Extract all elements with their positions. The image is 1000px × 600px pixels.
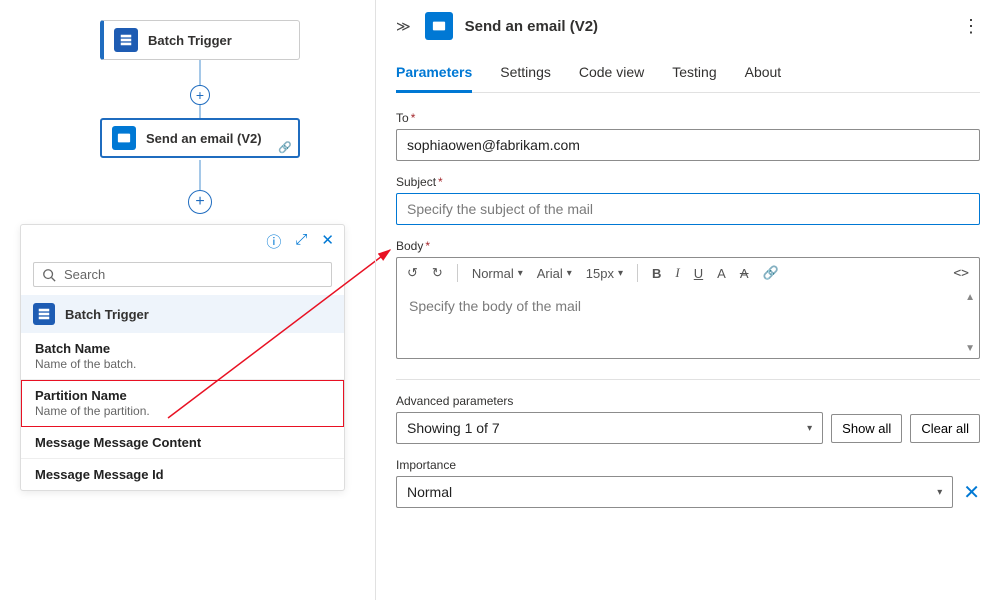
show-all-button[interactable]: Show all xyxy=(831,414,902,443)
tab-code-view[interactable]: Code view xyxy=(579,58,644,92)
tab-about[interactable]: About xyxy=(745,58,782,92)
body-textarea[interactable]: Specify the body of the mail ▲ ▼ xyxy=(397,288,979,358)
advanced-label: Advanced parameters xyxy=(396,394,980,408)
search-input[interactable]: Search xyxy=(33,262,332,287)
tab-parameters[interactable]: Parameters xyxy=(396,58,472,93)
batch-icon xyxy=(33,303,55,325)
tab-settings[interactable]: Settings xyxy=(500,58,551,92)
node-send-email[interactable]: Send an email (V2) 🔗 xyxy=(100,118,300,158)
search-icon xyxy=(42,268,56,282)
chevron-down-icon: ▾ xyxy=(937,487,942,498)
size-select[interactable]: 15px ▾ xyxy=(586,266,623,281)
expand-icon[interactable]: ⤢ xyxy=(295,231,307,252)
close-icon[interactable]: ✕ xyxy=(321,231,334,252)
batch-icon xyxy=(114,28,138,52)
connector-line xyxy=(199,160,201,190)
search-placeholder: Search xyxy=(64,267,105,282)
add-step-button[interactable]: + xyxy=(190,85,210,105)
advanced-params-select[interactable]: Showing 1 of 7 ▾ xyxy=(396,412,823,444)
font-color-button[interactable]: A xyxy=(717,266,726,281)
collapse-panel-icon[interactable]: ≫ xyxy=(396,18,411,35)
panel-title: Send an email (V2) xyxy=(465,18,962,35)
token-message-id[interactable]: Message Message Id xyxy=(21,459,344,490)
italic-button[interactable]: I xyxy=(675,265,679,281)
outlook-icon xyxy=(112,126,136,150)
token-desc: Name of the partition. xyxy=(35,404,330,418)
body-placeholder: Specify the body of the mail xyxy=(409,298,581,314)
highlight-button[interactable]: A xyxy=(740,266,749,281)
token-partition-name[interactable]: Partition Name Name of the partition. xyxy=(21,380,344,427)
importance-select[interactable]: Normal ▾ xyxy=(396,476,953,508)
scroll-up-icon[interactable]: ▲ xyxy=(965,292,975,303)
body-editor[interactable]: ↺ ↻ Normal ▾ Arial ▾ 15px ▾ B I U A A 🔗 … xyxy=(396,257,980,359)
token-name: Batch Name xyxy=(35,341,330,356)
info-icon[interactable]: ⓘ xyxy=(266,231,281,252)
body-label: Body* xyxy=(396,239,980,253)
style-select[interactable]: Normal ▾ xyxy=(472,266,523,281)
node-batch-trigger[interactable]: Batch Trigger xyxy=(100,20,300,60)
scroll-down-icon[interactable]: ▼ xyxy=(965,343,975,354)
token-name: Message Message Id xyxy=(35,467,330,482)
to-input[interactable] xyxy=(396,129,980,161)
add-step-button[interactable]: + xyxy=(188,190,212,214)
panel-tabs: Parameters Settings Code view Testing Ab… xyxy=(396,58,980,93)
tab-testing[interactable]: Testing xyxy=(672,58,716,92)
divider xyxy=(396,379,980,380)
token-desc: Name of the batch. xyxy=(35,357,330,371)
link-button[interactable]: 🔗 xyxy=(763,265,779,281)
token-batch-name[interactable]: Batch Name Name of the batch. xyxy=(21,333,344,380)
subject-input[interactable] xyxy=(396,193,980,225)
node-label: Send an email (V2) xyxy=(146,131,262,146)
redo-button[interactable]: ↻ xyxy=(432,265,443,281)
code-view-button[interactable]: <> xyxy=(953,266,969,281)
subject-label: Subject* xyxy=(396,175,980,189)
section-header: Batch Trigger xyxy=(21,295,344,333)
node-label: Batch Trigger xyxy=(148,33,232,48)
link-icon: 🔗 xyxy=(278,141,292,154)
token-name: Partition Name xyxy=(35,388,330,403)
chevron-down-icon: ▾ xyxy=(807,423,812,434)
token-message-content[interactable]: Message Message Content xyxy=(21,427,344,459)
token-name: Message Message Content xyxy=(35,435,330,450)
undo-button[interactable]: ↺ xyxy=(407,265,418,281)
editor-toolbar: ↺ ↻ Normal ▾ Arial ▾ 15px ▾ B I U A A 🔗 … xyxy=(397,258,979,288)
section-title: Batch Trigger xyxy=(65,307,149,322)
outlook-icon xyxy=(425,12,453,40)
connector-line xyxy=(199,60,201,85)
font-select[interactable]: Arial ▾ xyxy=(537,266,572,281)
to-label: To* xyxy=(396,111,980,125)
connector-line xyxy=(199,105,201,118)
bold-button[interactable]: B xyxy=(652,266,661,281)
more-menu-icon[interactable]: ⋮ xyxy=(962,16,980,37)
importance-label: Importance xyxy=(396,458,980,472)
dynamic-content-popup: ⓘ ⤢ ✕ Search Batch Trigger Batch Name Na… xyxy=(20,224,345,491)
clear-all-button[interactable]: Clear all xyxy=(910,414,980,443)
remove-field-icon[interactable]: ✕ xyxy=(963,480,980,505)
underline-button[interactable]: U xyxy=(694,266,703,281)
